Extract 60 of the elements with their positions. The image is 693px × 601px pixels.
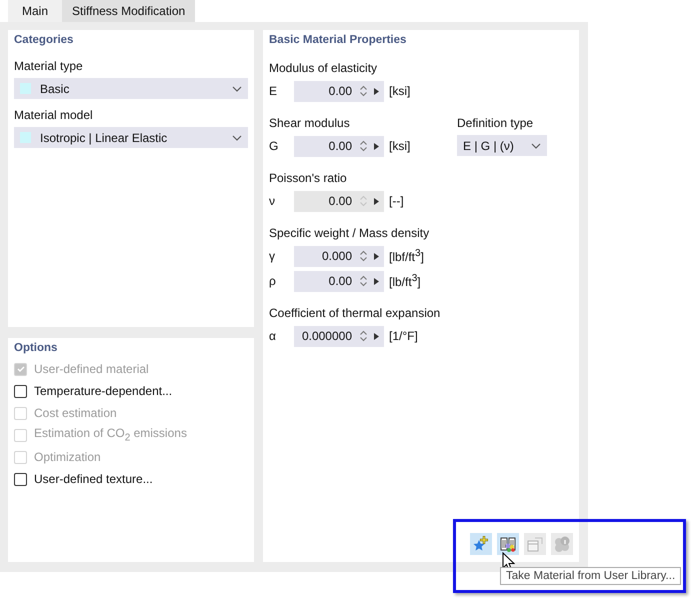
dropdown[interactable]: E | G | (ν) [457, 135, 547, 156]
unit-label: [lb/ft$^{3}$] [389, 273, 421, 289]
option-label: Cost estimation [34, 406, 117, 420]
option-label: User-defined texture... [34, 472, 153, 486]
number-field[interactable]: 0.000000 [294, 326, 384, 346]
chevron-icon [531, 142, 541, 148]
option-label: Temperature-dependent... [34, 384, 172, 398]
option-label: User-defined material [34, 362, 149, 376]
symbol-label: α [269, 329, 277, 343]
unit-label: [ksi] [389, 84, 410, 98]
panel-title: Options [14, 342, 58, 356]
field-label: Shear modulus [269, 115, 351, 131]
chevron-icon [232, 86, 242, 92]
field-label: Modulus of elasticity [269, 60, 378, 76]
play-icon [374, 278, 379, 284]
symbol-label: E [269, 84, 278, 98]
play-icon [374, 332, 379, 340]
field-label: Material model [14, 107, 94, 123]
panel-title: Basic Material Properties [269, 34, 408, 48]
checkbox[interactable] [14, 384, 27, 398]
number-field[interactable]: 0.00 [294, 270, 384, 292]
spinner-icon [360, 85, 367, 97]
spinner-icon [360, 330, 367, 342]
field-label: Poisson's ratio [269, 170, 348, 186]
dropdown[interactable]: Basic [14, 78, 248, 99]
spinner-icon [360, 195, 367, 207]
play-icon [374, 198, 379, 204]
checkbox[interactable] [14, 472, 27, 486]
tooltip: Take Material from User Library... [500, 567, 682, 585]
tab[interactable]: Stiffness Modification [62, 0, 196, 22]
field-label: Specific weight / Mass density [269, 225, 430, 241]
option-label: Estimation of CO$_{2}$ emissions [34, 426, 187, 444]
play-icon [374, 142, 379, 150]
library-button[interactable] [497, 533, 519, 555]
symbol-label: ν [269, 194, 276, 208]
spinner-icon [360, 275, 367, 287]
panel-title: Categories [14, 34, 74, 48]
unit-label: [ksi] [389, 139, 410, 153]
new-material-button[interactable] [470, 533, 492, 555]
unit-label: [lbf/ft$^{3}$] [389, 248, 424, 264]
field-label: Material type [14, 58, 84, 74]
check-icon [16, 364, 26, 374]
symbol-label: ρ [269, 274, 277, 288]
spinner-icon [360, 140, 367, 152]
field-label: Definition type [457, 115, 534, 131]
play-icon [374, 252, 379, 260]
symbol-label: G [269, 139, 280, 153]
unit-label: [--] [389, 194, 404, 208]
unit-label: [1/°F] [389, 329, 418, 343]
number-field[interactable]: 0.00 [294, 80, 384, 102]
field-label: Coefficient of thermal expansion [269, 305, 440, 321]
play-icon [374, 88, 379, 94]
chevron-icon [232, 134, 242, 140]
number-field[interactable]: 0.00 [294, 136, 384, 156]
spinner-icon [360, 250, 367, 262]
number-field[interactable]: 0.000 [294, 246, 384, 266]
option-label: Optimization [34, 450, 101, 464]
dropdown[interactable]: Isotropic | Linear Elastic [14, 127, 248, 148]
symbol-label: γ [269, 249, 276, 263]
tab[interactable]: Main [8, 0, 62, 22]
